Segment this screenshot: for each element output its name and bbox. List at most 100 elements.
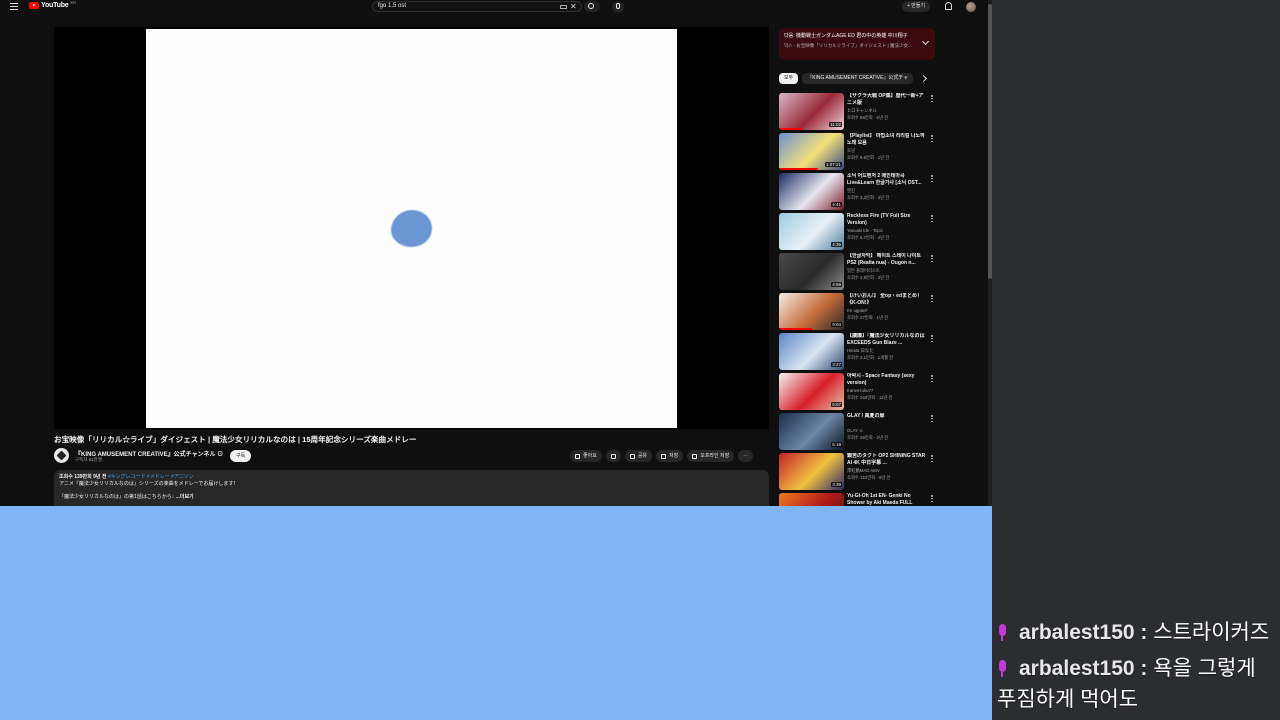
search-button[interactable] [584, 1, 600, 12]
more-options-icon[interactable] [931, 135, 933, 142]
video-thumbnail[interactable]: 11:02 [779, 93, 844, 130]
recommendation-item[interactable]: 11:02 【サクラ大戦 OP集】歴代一新+アニメ版 ヒロチャンネル 조회수 58만회… [779, 93, 939, 133]
hamburger-menu-icon[interactable] [10, 3, 18, 10]
recommendation-channel[interactable]: 일본 플레이리스트 [847, 268, 927, 274]
recommendation-title[interactable]: 鎖苦のタクト OP2 SHINING STAR AI 4K 中日字幕 ... [847, 453, 927, 467]
blue-background-panel [0, 506, 992, 720]
chat-text: 욕을 그렇게 [1153, 657, 1256, 680]
masthead: YouTube KR fgo 1.5 ost ✕ + 만들기 [0, 0, 992, 14]
more-options-icon[interactable] [931, 255, 933, 262]
recommendation-item[interactable]: 4:35 Reckless Fire (TV Full Size Version)… [779, 213, 939, 253]
youtube-window: YouTube KR fgo 1.5 ost ✕ + 만들기 お宝映像「リリカル… [0, 0, 992, 506]
recommendation-title[interactable]: 【한글자막】 페이트 스테이 나이트 PS2 (Realta nua) - Ou… [847, 253, 927, 267]
logo-text: YouTube [41, 2, 69, 9]
video-frame[interactable] [146, 29, 677, 428]
keyboard-icon[interactable] [560, 5, 567, 9]
create-button[interactable]: + 만들기 [902, 1, 931, 12]
recommendation-title[interactable]: 【サクラ大戦 OP集】歴代一新+アニメ版 [847, 93, 927, 107]
save-button[interactable]: 저장 [656, 450, 684, 462]
recommendation-item[interactable]: 9:04 【けいおん!】 全op・edまとめ！《K-ON!》 Kn ugpanF 조회… [779, 293, 939, 333]
chip-channel[interactable]: 『KING AMUSEMENT CREATIVE』公式チャ [802, 73, 914, 84]
more-options-icon[interactable] [931, 375, 933, 382]
recommendation-item[interactable]: 1:07:21 【Playlist】 마법소녀 리리컬 나노하 노래 모음 호냥 조회… [779, 133, 939, 173]
video-thumbnail[interactable]: 4:41 [779, 173, 844, 210]
recommendation-item[interactable]: 4:41 소닉 어드벤처 2 메인테마곡 Live&Learn 한글가사 [소닉 … [779, 173, 939, 213]
recommendation-channel[interactable]: GLAY ⊙ [847, 428, 927, 434]
video-thumbnail[interactable]: 9:04 [779, 293, 844, 330]
chevron-right-icon[interactable] [920, 74, 928, 83]
like-button[interactable]: 좋아요 [570, 450, 602, 462]
recommendation-channel[interactable]: 엔진 [847, 188, 927, 194]
voice-search-button[interactable] [612, 1, 624, 13]
recommendation-title[interactable]: 소닉 어드벤처 2 메인테마곡 Live&Learn 한글가사 [소닉 OST.… [847, 173, 927, 187]
video-thumbnail[interactable]: 1:07:21 [779, 133, 844, 170]
mix-playlist-panel[interactable]: 다음: 機動戦士ガンダムAGE ED 君の中の英雄 中川翔子 믹스 - お宝映像… [779, 28, 935, 60]
account-avatar[interactable] [966, 2, 976, 12]
search-input[interactable]: fgo 1.5 ost ✕ [372, 1, 582, 12]
video-thumbnail[interactable]: 3:27 [779, 333, 844, 370]
video-thumbnail[interactable]: 4:35 [779, 213, 844, 250]
recommendation-item[interactable]: 3:27 【讀爆】「魔法少女リリカルなのは EXCEEDS Gun Blaze .… [779, 333, 939, 373]
clear-search-icon[interactable]: ✕ [570, 2, 577, 11]
recommendation-title[interactable]: Reckless Fire (TV Full Size Version) [847, 213, 927, 227]
recommendation-item[interactable]: 4:59 【한글자막】 페이트 스테이 나이트 PS2 (Realta nua) … [779, 253, 939, 293]
recommendation-channel[interactable]: Hinata 日なた [847, 348, 927, 354]
show-more-link[interactable]: ...더보기 [176, 494, 194, 500]
recommendation-title[interactable]: 아박시 - Space Fantasy (sexy version) [847, 373, 927, 387]
subscribe-button[interactable]: 구독 [230, 450, 252, 462]
more-options-icon[interactable] [931, 95, 933, 102]
thumb-down-icon [610, 453, 616, 459]
watch-progress-bar [779, 168, 818, 170]
video-thumbnail[interactable]: 4:59 [779, 253, 844, 290]
more-options-icon[interactable] [931, 415, 933, 422]
description-box[interactable]: 조회수 139만회 9년 전 #キングレコード #メドレー #アニソン アニメ『… [54, 470, 769, 506]
download-button[interactable]: 오프라인 저장 [687, 450, 735, 462]
recommendation-title[interactable]: GLAY / 真夏の扉 [847, 413, 927, 420]
more-options-icon[interactable] [931, 215, 933, 222]
more-options-icon[interactable] [931, 335, 933, 342]
recommendation-channel[interactable]: Yasuaki Ide - Topic [847, 228, 927, 233]
recommendation-channel[interactable]: 澪虹動MAD AMV [847, 468, 927, 474]
video-duration: 9:04 [831, 322, 842, 327]
more-options-icon[interactable] [931, 295, 933, 302]
recommendation-item[interactable]: Yu-Gi-Oh 1st EN- Genki No Shower by Aki … [779, 493, 939, 506]
video-thumbnail[interactable]: 5:07 [779, 373, 844, 410]
recommendation-item[interactable]: 3:39 鎖苦のタクト OP2 SHINING STAR AI 4K 中日字幕 .… [779, 453, 939, 493]
more-options-icon[interactable] [931, 175, 933, 182]
video-thumbnail[interactable]: 5:18 [779, 413, 844, 450]
recommendation-item[interactable]: 5:07 아박시 - Space Fantasy (sexy version) Ka… [779, 373, 939, 413]
chip-all[interactable]: 모두 [779, 73, 799, 84]
recommendation-meta: 조회수 2.1만회 · 1개월 전 [847, 355, 894, 360]
more-options-icon[interactable] [931, 455, 933, 462]
video-duration: 5:18 [831, 442, 842, 447]
notifications-bell-icon[interactable] [945, 2, 952, 10]
more-actions-button[interactable]: ⋯ [738, 450, 754, 462]
download-label: 오프라인 저장 [700, 453, 730, 459]
hashtags[interactable]: #キングレコード #メドレー #アニソン [108, 474, 194, 480]
screen: YouTube KR fgo 1.5 ost ✕ + 만들기 お宝映像「リリカル… [0, 0, 1280, 720]
video-thumbnail[interactable]: 3:39 [779, 453, 844, 490]
stream-chat-overlay: arbalest150 : 스트라이커즈 arbalest150 : 욕을 그렇… [992, 0, 1280, 720]
more-options-icon[interactable] [931, 495, 933, 502]
recommendation-title[interactable]: 【Playlist】 마법소녀 리리컬 나노하 노래 모음 [847, 133, 927, 147]
recommendation-meta: 조회수 29만회 · 2년 전 [847, 435, 889, 440]
recommendation-channel[interactable]: ヒロチャンネル [847, 108, 927, 114]
watch-progress-bar [779, 328, 812, 330]
recommendation-item[interactable]: 5:18 GLAY / 真夏の扉 GLAY ⊙ 조회수 29만회 · 2년 전 [779, 413, 939, 453]
youtube-logo[interactable]: YouTube KR [29, 0, 76, 9]
video-thumbnail[interactable] [779, 493, 844, 506]
search-query[interactable]: fgo 1.5 ost [378, 3, 406, 9]
video-duration: 3:39 [831, 482, 842, 487]
channel-avatar[interactable] [54, 448, 69, 463]
dislike-button[interactable] [605, 450, 621, 462]
filter-chips: 모두 『KING AMUSEMENT CREATIVE』公式チャ [779, 73, 928, 84]
video-player[interactable] [54, 27, 769, 429]
share-button[interactable]: 공유 [624, 450, 653, 462]
recommendation-channel[interactable]: Kn ugpanF [847, 308, 927, 313]
recommendation-title[interactable]: 【けいおん!】 全op・edまとめ！《K-ON!》 [847, 293, 927, 307]
recommendation-title[interactable]: 【讀爆】「魔法少女リリカルなのは EXCEEDS Gun Blaze ... [847, 333, 927, 347]
recommendation-meta: 조회수 27만회 · 1년 전 [847, 315, 889, 320]
recommendation-title[interactable]: Yu-Gi-Oh 1st EN- Genki No Shower by Aki … [847, 493, 927, 506]
recommendation-channel[interactable]: Kaneezuku77 [847, 388, 927, 393]
recommendation-channel[interactable]: 호냥 [847, 148, 927, 154]
